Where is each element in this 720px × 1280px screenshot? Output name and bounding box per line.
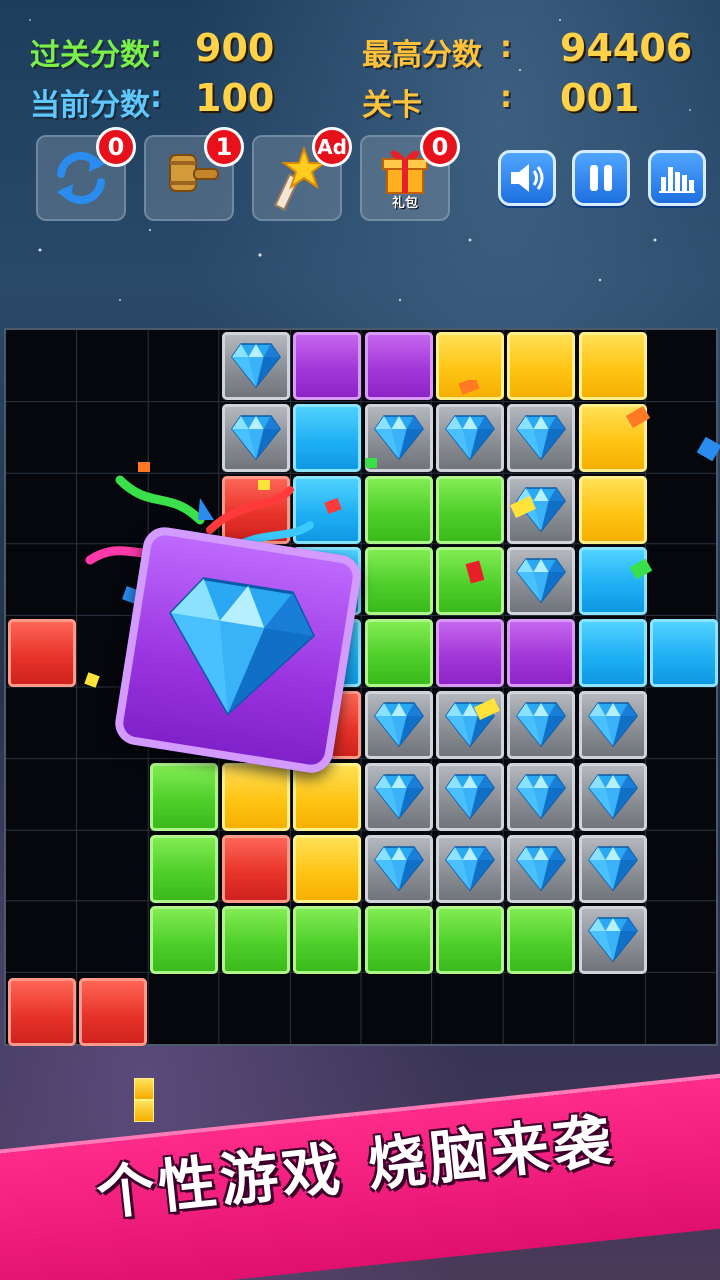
diamond-icon [444, 774, 495, 819]
red-block [7, 978, 76, 1047]
green-block [221, 906, 290, 975]
dragged-diamond-block[interactable] [112, 524, 364, 776]
level-score-label: 过关分数 [30, 38, 150, 73]
green-block [364, 906, 433, 975]
high-score-label: 最高分数 [362, 38, 482, 73]
leaderboard-button[interactable] [648, 150, 706, 206]
diamond-icon [587, 845, 638, 891]
diamond-icon [587, 917, 638, 963]
yellow-block [293, 834, 362, 903]
yellow-block [293, 762, 362, 831]
current-score-colon: : [150, 80, 162, 115]
hammer-tool-button[interactable]: 1 [144, 127, 244, 221]
gem-block [578, 762, 647, 831]
gem-block [364, 762, 433, 831]
high-score-value: 94406 [560, 26, 693, 70]
gift-count-badge: 0 [420, 127, 460, 167]
diamond-icon [169, 577, 316, 716]
diamond-icon [516, 845, 567, 891]
current-score-value: 100 [195, 76, 275, 120]
magic-wand-ad-badge: Ad [312, 127, 352, 167]
current-score-label: 当前分数 [30, 88, 150, 123]
red-block [78, 978, 147, 1047]
high-score-colon: : [500, 30, 512, 65]
magic-wand-tool-button[interactable]: Ad [252, 127, 352, 221]
gem-block [578, 906, 647, 975]
gem-block [435, 834, 504, 903]
falling-block [134, 1078, 154, 1100]
level-score-value: 900 [195, 26, 275, 70]
gift-tool-button[interactable]: 礼包 0 [360, 127, 460, 221]
level-value: 001 [560, 76, 640, 120]
gem-block [578, 834, 647, 903]
confetti-effect [84, 380, 720, 720]
hammer-count-badge: 1 [204, 127, 244, 167]
diamond-icon [444, 845, 495, 891]
falling-block [134, 1100, 154, 1122]
gem-block [507, 834, 576, 903]
diamond-icon [373, 845, 424, 891]
gem-block [435, 762, 504, 831]
speaker-icon [511, 164, 544, 192]
level-colon: : [500, 80, 512, 115]
green-block [150, 834, 219, 903]
level-label: 关卡 [362, 88, 422, 123]
gift-caption: 礼包 [391, 196, 418, 211]
green-block [293, 906, 362, 975]
sound-button[interactable] [498, 150, 556, 206]
level-score-colon: : [150, 30, 162, 65]
pause-icon [590, 165, 612, 191]
green-block [150, 906, 219, 975]
gem-block [507, 762, 576, 831]
diamond-icon [373, 774, 424, 819]
green-block [507, 906, 576, 975]
yellow-block [221, 762, 290, 831]
bar-chart-icon [659, 167, 695, 193]
pause-button[interactable] [572, 150, 630, 206]
red-block [221, 834, 290, 903]
diamond-icon [587, 774, 638, 819]
green-block [150, 762, 219, 831]
refresh-tool-button[interactable]: 0 [36, 127, 136, 221]
gem-block [364, 834, 433, 903]
refresh-count-badge: 0 [96, 127, 136, 167]
green-block [435, 906, 504, 975]
diamond-icon [516, 774, 567, 819]
